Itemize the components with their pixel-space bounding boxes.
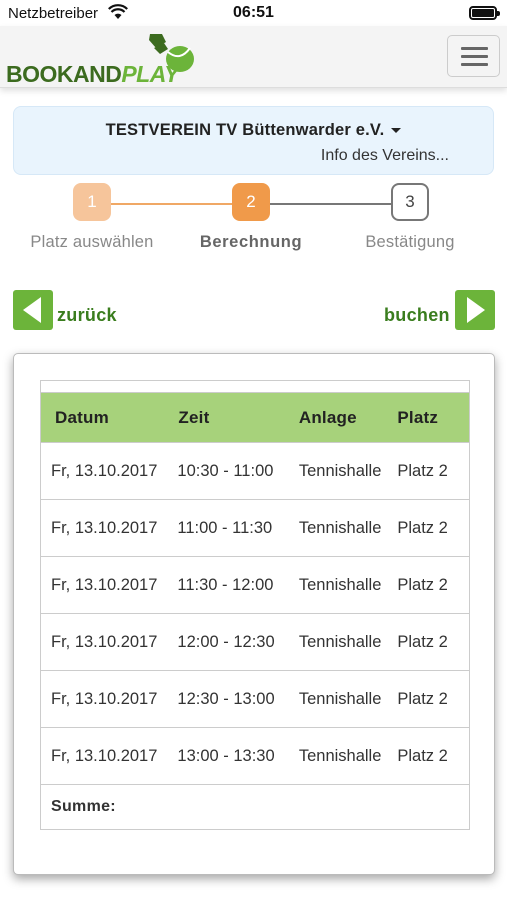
- cell-datum: Fr, 13.10.2017: [51, 632, 158, 651]
- step-3-indicator: 3: [391, 183, 429, 221]
- cell-anlage: Tennishalle: [298, 461, 382, 480]
- cell-anlage: Tennishalle: [298, 746, 382, 765]
- step-connector-2: [270, 203, 392, 205]
- table-header-row: Datum Zeit Anlage Platz: [41, 393, 469, 443]
- cell-platz: Platz 2: [397, 575, 448, 594]
- cell-anlage: Tennishalle: [298, 518, 382, 537]
- cell-platz: Platz 2: [397, 689, 448, 708]
- table-row: Fr, 13.10.2017 12:00 - 12:30 Tennishalle…: [41, 614, 469, 671]
- back-button[interactable]: [13, 290, 53, 330]
- club-dropdown[interactable]: TESTVEREIN TV Büttenwarder e.V.: [14, 121, 493, 140]
- cell-zeit: 10:30 - 11:00: [177, 461, 274, 480]
- cell-zeit: 11:30 - 12:00: [177, 575, 274, 594]
- book-label[interactable]: buchen: [384, 305, 450, 326]
- back-label[interactable]: zurück: [57, 305, 117, 326]
- table-row: Fr, 13.10.2017 12:30 - 13:00 Tennishalle…: [41, 671, 469, 728]
- bookandplay-logo[interactable]: BOOKANDPLAY: [6, 32, 196, 87]
- cell-zeit: 11:00 - 11:30: [177, 518, 273, 537]
- step-2-indicator: 2: [232, 183, 270, 221]
- cell-anlage: Tennishalle: [298, 689, 382, 708]
- cell-datum: Fr, 13.10.2017: [51, 518, 158, 537]
- header-platz: Platz: [397, 407, 439, 427]
- club-name: TESTVEREIN TV Büttenwarder e.V.: [105, 121, 385, 139]
- booking-summary-card: Datum Zeit Anlage Platz Fr, 13.10.2017 1…: [13, 353, 495, 875]
- book-button[interactable]: [455, 290, 495, 330]
- sum-label: Summe:: [51, 798, 116, 815]
- club-selector: TESTVEREIN TV Büttenwarder e.V. Info des…: [13, 106, 494, 175]
- cell-anlage: Tennishalle: [298, 632, 382, 651]
- cell-platz: Platz 2: [397, 632, 448, 651]
- app-header: BOOKANDPLAY: [0, 26, 507, 88]
- battery-icon: [469, 6, 500, 20]
- cell-zeit: 13:00 - 13:30: [177, 746, 275, 765]
- cell-platz: Platz 2: [397, 746, 448, 765]
- table-row: Fr, 13.10.2017 10:30 - 11:00 Tennishalle…: [41, 443, 469, 500]
- cell-zeit: 12:00 - 12:30: [177, 632, 275, 651]
- hamburger-menu-button[interactable]: [447, 35, 500, 77]
- table-row: Fr, 13.10.2017 13:00 - 13:30 Tennishalle…: [41, 728, 469, 785]
- step-2-label: Berechnung: [199, 233, 303, 251]
- club-info-link[interactable]: Info des Vereins...: [321, 147, 449, 165]
- cell-datum: Fr, 13.10.2017: [51, 461, 158, 480]
- cell-platz: Platz 2: [397, 518, 448, 537]
- cell-datum: Fr, 13.10.2017: [51, 575, 158, 594]
- cell-anlage: Tennishalle: [298, 575, 382, 594]
- arrow-left-icon: [23, 297, 41, 323]
- status-time: 06:51: [233, 4, 274, 21]
- header-datum: Datum: [55, 407, 109, 427]
- table-row: Fr, 13.10.2017 11:00 - 11:30 Tennishalle…: [41, 500, 469, 557]
- status-bar: Netzbetreiber 06:51: [0, 0, 507, 26]
- table-row: Fr, 13.10.2017 11:30 - 12:00 Tennishalle…: [41, 557, 469, 614]
- table-sum-row: Summe:: [41, 785, 469, 829]
- logo-wordmark: BOOKANDPLAY: [6, 61, 179, 87]
- cell-datum: Fr, 13.10.2017: [51, 689, 158, 708]
- cell-platz: Platz 2: [397, 461, 448, 480]
- booking-table: Datum Zeit Anlage Platz Fr, 13.10.2017 1…: [40, 380, 470, 830]
- step-connector-1: [110, 203, 234, 205]
- header-zeit: Zeit: [178, 407, 210, 427]
- step-1-label: Platz auswählen: [30, 233, 154, 251]
- caret-down-icon: [391, 128, 402, 134]
- arrow-right-icon: [467, 297, 485, 323]
- header-anlage: Anlage: [298, 407, 357, 427]
- cell-datum: Fr, 13.10.2017: [51, 746, 158, 765]
- step-3-label: Bestätigung: [365, 233, 455, 251]
- step-1-indicator: 1: [73, 183, 111, 221]
- cell-zeit: 12:30 - 13:00: [177, 689, 275, 708]
